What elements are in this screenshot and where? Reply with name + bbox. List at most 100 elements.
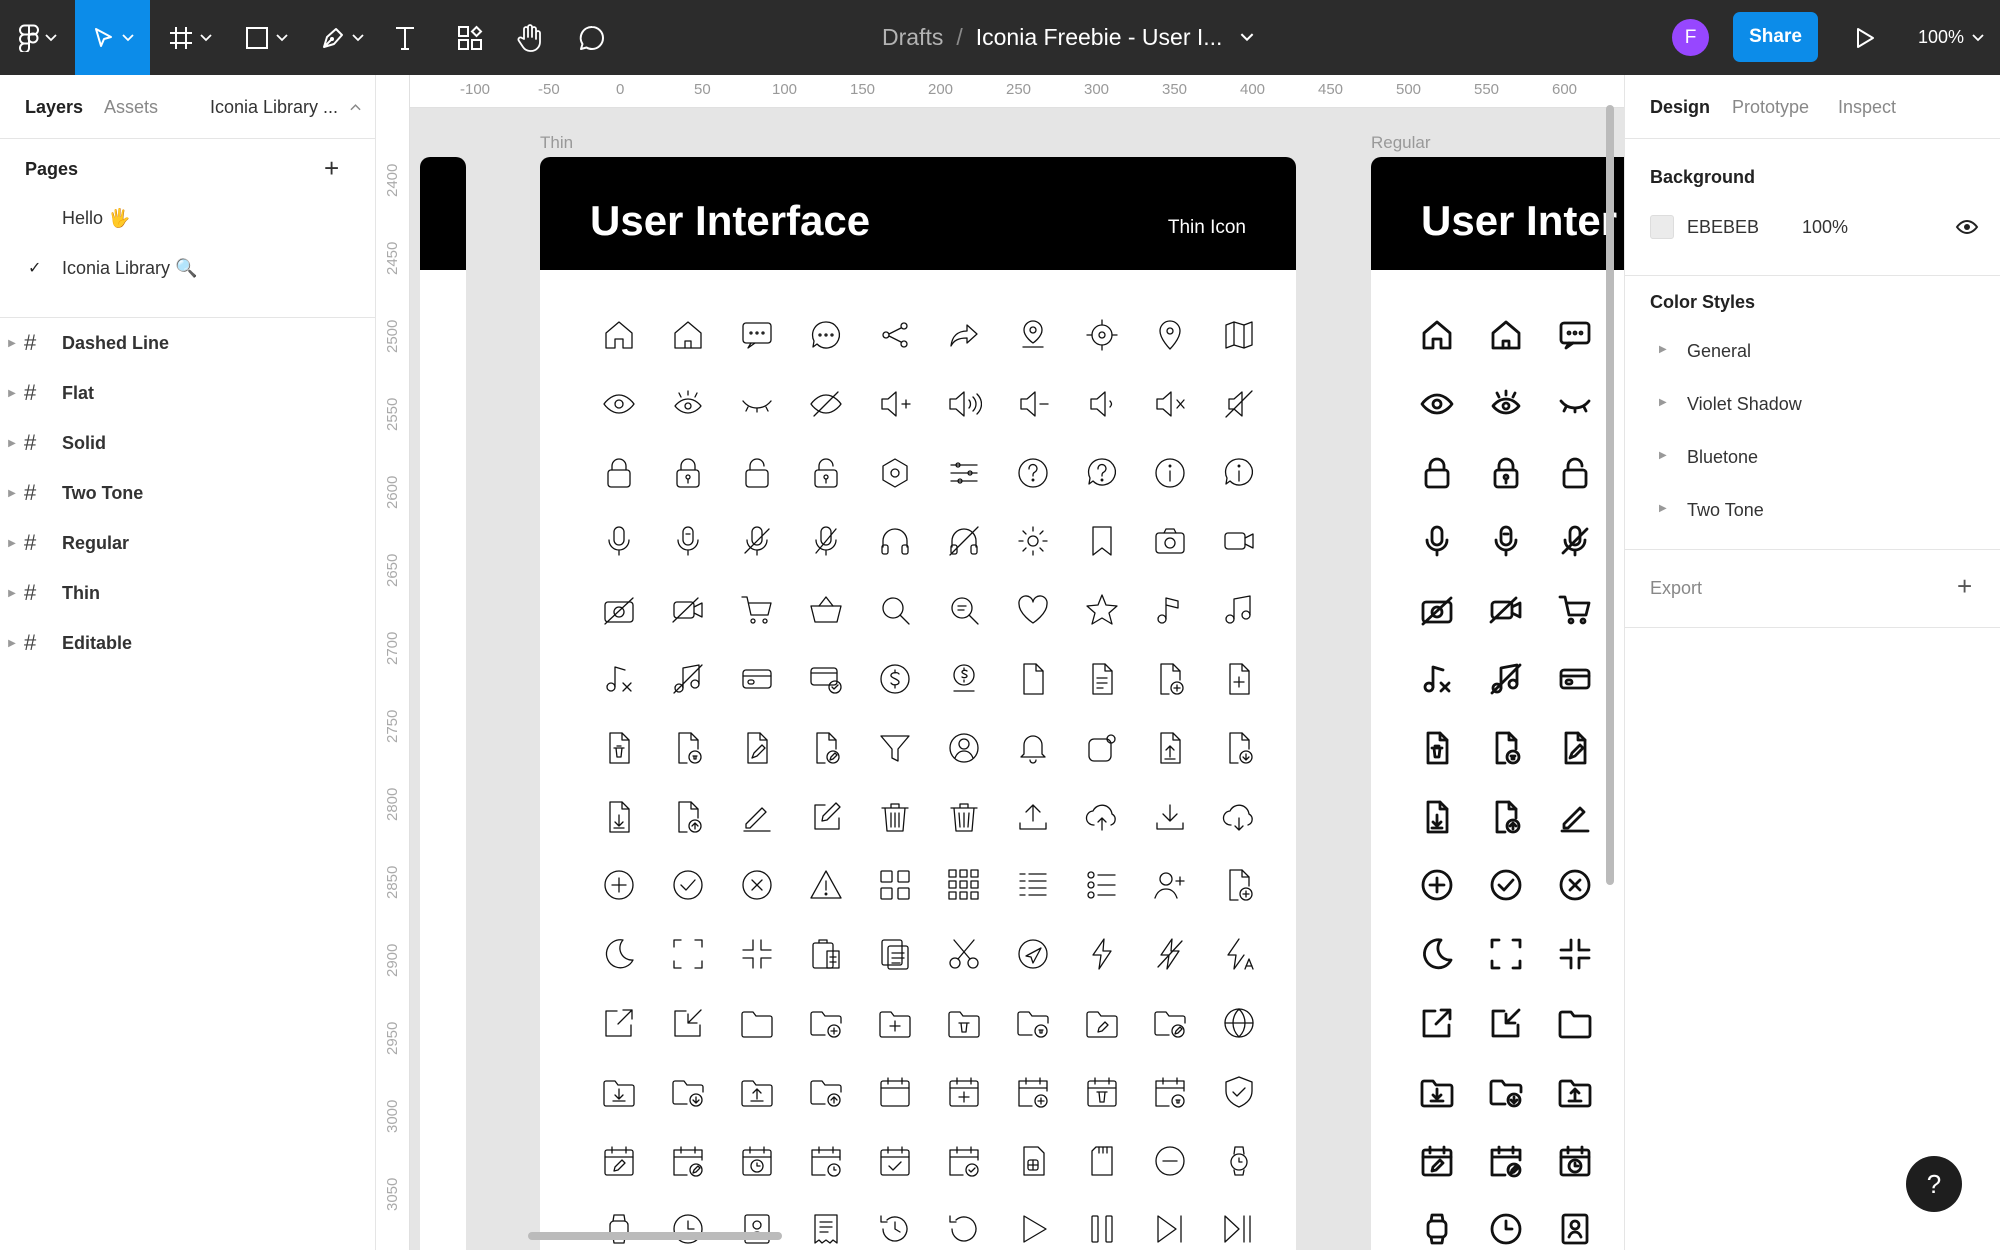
library-icon[interactable] — [670, 1005, 706, 1041]
library-icon[interactable] — [1152, 661, 1188, 697]
library-icon[interactable] — [739, 1074, 775, 1110]
caret-right-icon[interactable]: ▶ — [1659, 503, 1667, 514]
library-icon[interactable] — [1084, 1211, 1120, 1247]
library-icon[interactable] — [1557, 661, 1593, 697]
library-icon[interactable] — [1084, 867, 1120, 903]
help-button[interactable]: ? — [1906, 1156, 1962, 1212]
caret-right-icon[interactable]: ▶ — [0, 588, 24, 599]
library-icon[interactable] — [1015, 867, 1051, 903]
library-icon[interactable] — [1152, 1005, 1188, 1041]
library-icon[interactable] — [808, 867, 844, 903]
library-icon[interactable] — [808, 1211, 844, 1247]
library-icon[interactable] — [946, 730, 982, 766]
frame-label-thin[interactable]: Thin — [540, 133, 573, 153]
library-icon[interactable] — [601, 455, 637, 491]
library-icon[interactable] — [1084, 1005, 1120, 1041]
library-icon[interactable] — [808, 317, 844, 353]
chevron-down-icon[interactable] — [1240, 33, 1254, 42]
library-icon[interactable] — [601, 1211, 637, 1247]
library-icon[interactable] — [1015, 1211, 1051, 1247]
library-icon[interactable] — [1015, 1143, 1051, 1179]
library-icon[interactable] — [601, 592, 637, 628]
library-icon[interactable] — [1488, 1143, 1524, 1179]
library-icon[interactable] — [601, 523, 637, 559]
library-icon[interactable] — [1015, 661, 1051, 697]
shape-tool-button[interactable] — [236, 0, 296, 75]
library-icon[interactable] — [1152, 1143, 1188, 1179]
frame-regular[interactable]: User Inter — [1371, 157, 1624, 1250]
library-icon[interactable] — [877, 386, 913, 422]
design-canvas[interactable]: -100 -50 0 50 100 150 200 250 300 350 400 450 500 550… — [376, 75, 1624, 1250]
layer-row[interactable]: ▶ # Solid — [0, 418, 376, 468]
library-icon[interactable] — [1152, 592, 1188, 628]
library-icon[interactable] — [1419, 592, 1455, 628]
library-icon[interactable] — [1557, 386, 1593, 422]
library-icon[interactable] — [808, 1005, 844, 1041]
library-icon[interactable] — [739, 799, 775, 835]
library-icon[interactable] — [670, 1143, 706, 1179]
caret-right-icon[interactable]: ▶ — [1659, 450, 1667, 461]
layer-row[interactable]: ▶ # Editable — [0, 618, 376, 668]
tab-layers[interactable]: Layers — [25, 97, 83, 118]
library-icon[interactable] — [877, 455, 913, 491]
library-icon[interactable] — [1488, 1005, 1524, 1041]
frame-partial-left[interactable] — [420, 157, 466, 1250]
library-icon[interactable] — [1488, 1211, 1524, 1247]
library-icon[interactable] — [1419, 455, 1455, 491]
library-icon[interactable] — [739, 317, 775, 353]
background-hex-input[interactable]: EBEBEB — [1687, 217, 1759, 238]
library-icon[interactable] — [1221, 317, 1257, 353]
caret-right-icon[interactable]: ▶ — [0, 338, 24, 349]
library-icon[interactable] — [1419, 799, 1455, 835]
library-icon[interactable] — [877, 730, 913, 766]
library-icon[interactable] — [601, 661, 637, 697]
library-icon[interactable] — [1419, 1211, 1455, 1247]
library-icon[interactable] — [601, 867, 637, 903]
library-icon[interactable] — [1015, 1074, 1051, 1110]
library-icon[interactable] — [1152, 317, 1188, 353]
library-icon[interactable] — [1015, 386, 1051, 422]
frame-thin[interactable]: User Interface Thin Icon — [540, 157, 1296, 1250]
library-icon[interactable] — [670, 661, 706, 697]
library-icon[interactable] — [1152, 1074, 1188, 1110]
library-icon[interactable] — [1084, 936, 1120, 972]
library-icon[interactable] — [1221, 523, 1257, 559]
library-icon[interactable] — [808, 1143, 844, 1179]
library-icon[interactable] — [1419, 523, 1455, 559]
zoom-dropdown[interactable]: 100% — [1918, 0, 1984, 75]
library-icon[interactable] — [1221, 936, 1257, 972]
vertical-scrollbar[interactable] — [1606, 105, 1614, 885]
library-icon[interactable] — [808, 730, 844, 766]
library-icon[interactable] — [601, 936, 637, 972]
page-item-iconia-library[interactable]: Iconia Library 🔍 — [62, 258, 197, 279]
library-icon[interactable] — [877, 592, 913, 628]
library-icon[interactable] — [1488, 317, 1524, 353]
drafts-breadcrumb[interactable]: Drafts — [882, 24, 943, 51]
library-icon[interactable] — [739, 1143, 775, 1179]
library-icon[interactable] — [1221, 592, 1257, 628]
library-icon[interactable] — [1557, 1211, 1593, 1247]
layer-row[interactable]: ▶ # Flat — [0, 368, 376, 418]
library-icon[interactable] — [670, 1211, 706, 1247]
pen-tool-button[interactable] — [312, 0, 372, 75]
library-icon[interactable] — [739, 455, 775, 491]
library-icon[interactable] — [601, 317, 637, 353]
library-icon[interactable] — [1557, 592, 1593, 628]
file-title[interactable]: Drafts / Iconia Freebie - User I... — [882, 0, 1254, 75]
library-icon[interactable] — [1152, 730, 1188, 766]
add-export-button[interactable]: + — [1957, 573, 1972, 599]
library-icon[interactable] — [1488, 455, 1524, 491]
library-icon[interactable] — [1084, 592, 1120, 628]
library-icon[interactable] — [739, 1005, 775, 1041]
tab-design[interactable]: Design — [1650, 97, 1710, 118]
library-icon[interactable] — [1152, 936, 1188, 972]
library-icon[interactable] — [1152, 799, 1188, 835]
library-icon[interactable] — [1221, 867, 1257, 903]
library-icon[interactable] — [739, 592, 775, 628]
library-icon[interactable] — [946, 455, 982, 491]
library-icon[interactable] — [1152, 1211, 1188, 1247]
avatar[interactable]: F — [1672, 19, 1709, 56]
library-icon[interactable] — [601, 799, 637, 835]
library-icon[interactable] — [1488, 799, 1524, 835]
library-icon[interactable] — [739, 936, 775, 972]
